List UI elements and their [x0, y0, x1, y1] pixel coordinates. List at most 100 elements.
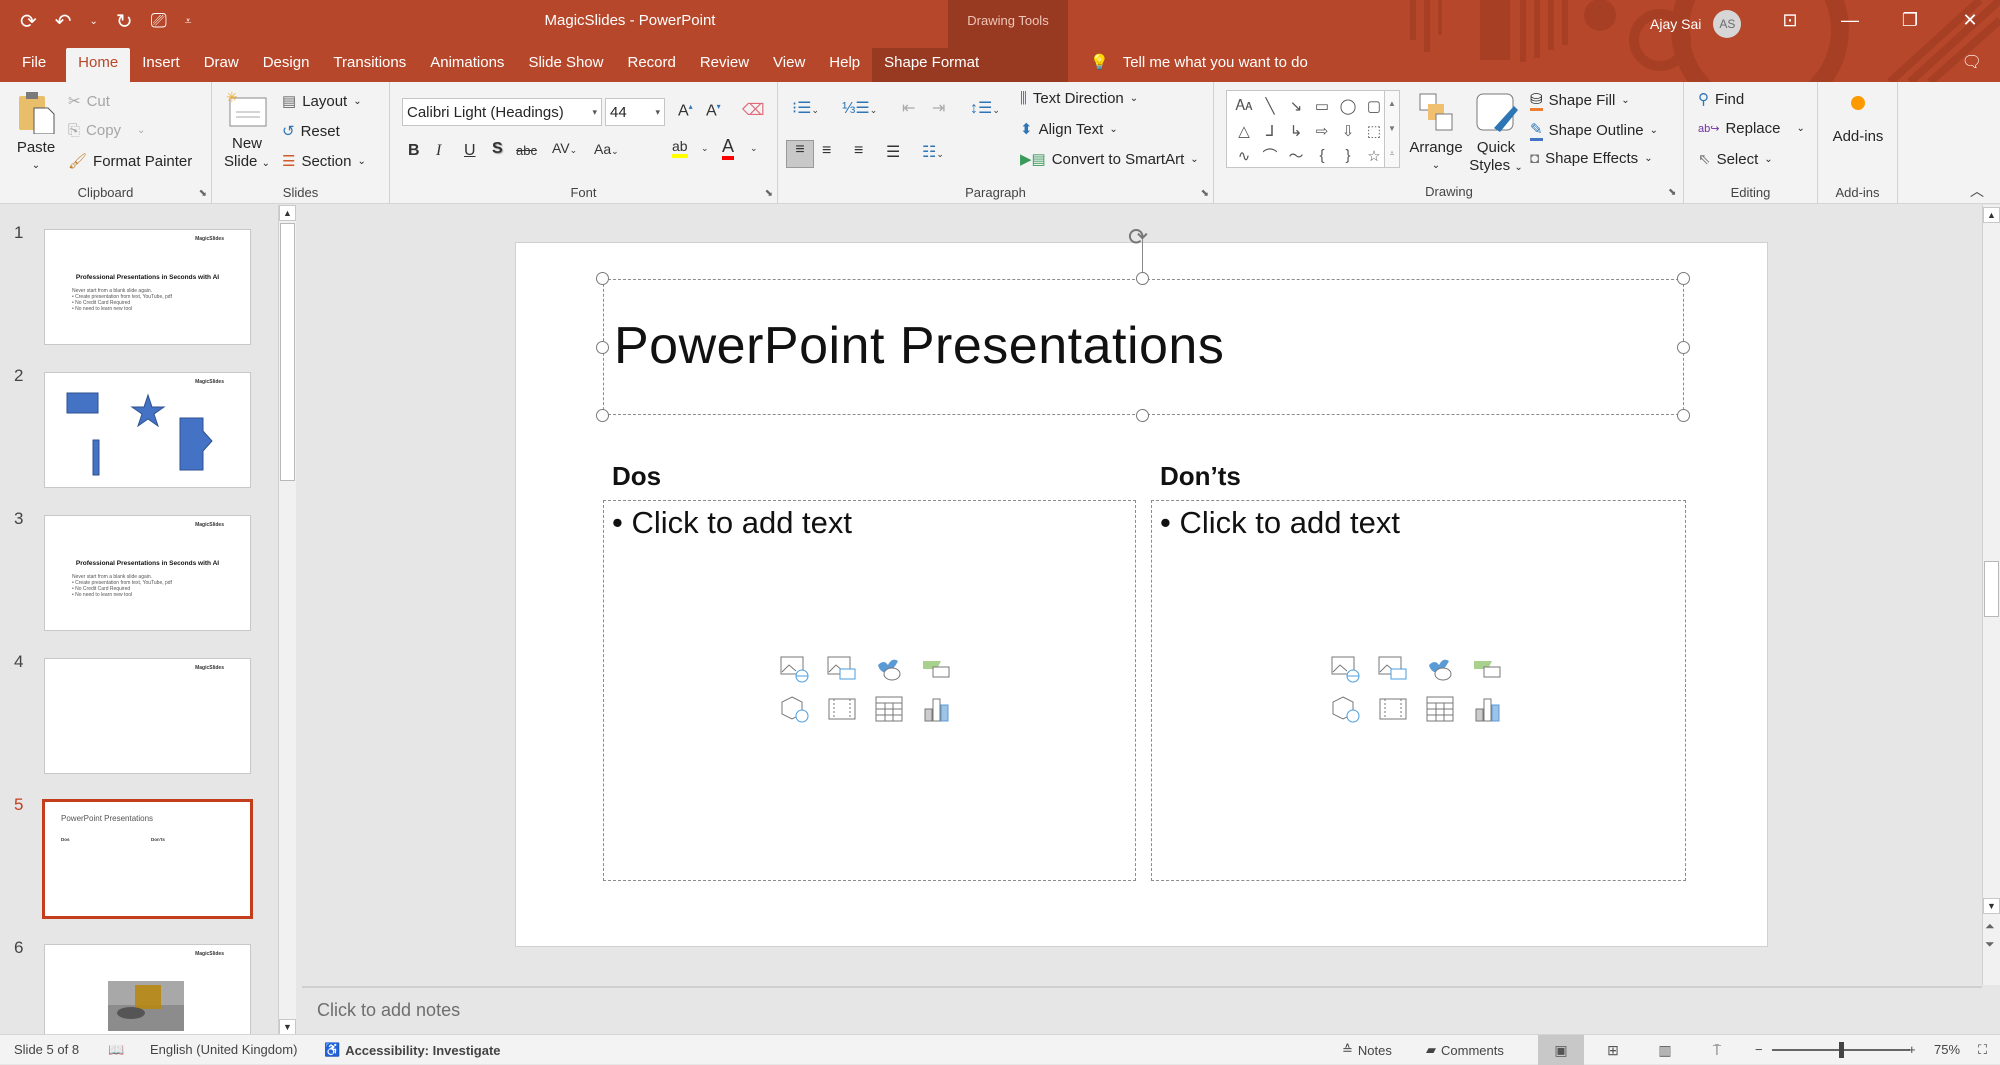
right-arrow-shape-icon[interactable]: ⇨ [1309, 118, 1335, 143]
scroll-thumb[interactable] [280, 223, 295, 481]
insert-icons-icon[interactable] [1424, 651, 1456, 687]
left-brace-shape-icon[interactable]: { [1309, 143, 1335, 168]
shape-outline-button[interactable]: ✎ Shape Outline ⌄ [1530, 120, 1658, 141]
elbow-arrow-shape-icon[interactable]: ↳ [1283, 118, 1309, 143]
collapse-ribbon-icon[interactable]: ︿ [1970, 181, 1984, 201]
bullets-icon[interactable]: ⁝☰⌄ [792, 98, 819, 118]
columns-icon[interactable]: ☷⌄ [922, 142, 944, 162]
font-size-dropdown-icon[interactable]: ▾ [655, 107, 660, 118]
fit-to-window-icon[interactable]: ⛶ [1978, 1042, 1987, 1058]
insert-icons-icon[interactable] [873, 651, 905, 687]
select-button[interactable]: ⇖ Select ⌄ [1698, 150, 1773, 169]
insert-online-picture-icon[interactable] [1330, 651, 1362, 687]
notes-pane[interactable]: Click to add notes [302, 986, 1982, 1034]
thumbnail-slide-5[interactable]: 5 PowerPoint Presentations Dos Don'ts [0, 795, 280, 919]
line-shape-icon[interactable]: ╲ [1257, 93, 1283, 118]
insert-smartart-icon[interactable] [1471, 651, 1503, 687]
shapes-gallery-scroll[interactable]: ▲ ▼ ⩡ [1384, 90, 1400, 168]
increase-font-size-icon[interactable]: A▴ [678, 102, 693, 120]
slide-thumbnail[interactable]: MagicSlides Professional Presentations i… [44, 515, 251, 631]
clipboard-dialog-launcher[interactable]: ⬊ [199, 188, 207, 199]
title-placeholder[interactable]: PowerPoint Presentations [603, 279, 1684, 415]
donts-content-placeholder[interactable]: • Click to add text [1151, 500, 1686, 881]
numbering-icon[interactable]: ⅓☰⌄ [842, 98, 877, 118]
new-slide-button[interactable]: ✳ New Slide ⌄ [222, 89, 272, 173]
dos-content-placeholder[interactable]: • Click to add text [603, 500, 1136, 881]
notes-button[interactable]: ≙ Notes [1342, 1042, 1392, 1058]
ribbon-display-options-icon[interactable]: ⊡ [1760, 0, 1820, 40]
decrease-indent-icon[interactable]: ⇤ [902, 98, 915, 118]
drawing-dialog-launcher[interactable]: ⬊ [1668, 187, 1676, 198]
reading-view-icon[interactable]: ▥ [1642, 1035, 1688, 1065]
tab-insert[interactable]: Insert [130, 48, 192, 82]
tab-record[interactable]: Record [615, 48, 687, 82]
user-account[interactable]: Ajay Sai AS [1650, 10, 1742, 38]
font-name-combo[interactable]: Calibri Light (Headings) ▾ [402, 98, 602, 126]
tell-me-search[interactable]: 💡 Tell me what you want to do [1090, 53, 1308, 72]
slide-thumbnail[interactable]: MagicSlides [44, 944, 251, 1044]
zoom-slider[interactable] [1772, 1042, 1910, 1058]
thumbnail-slide-1[interactable]: 1 MagicSlides Professional Presentations… [0, 223, 280, 345]
insert-3d-model-icon[interactable] [779, 691, 811, 727]
insert-video-icon[interactable] [1377, 691, 1409, 727]
insert-table-icon[interactable] [873, 691, 905, 727]
tab-draw[interactable]: Draw [192, 48, 251, 82]
align-right-icon[interactable]: ≡ [854, 142, 863, 160]
justify-icon[interactable]: ☰ [886, 142, 900, 162]
dos-heading[interactable]: Dos [612, 461, 661, 492]
paragraph-dialog-launcher[interactable]: ⬊ [1201, 188, 1209, 199]
text-shadow-icon[interactable]: S [492, 140, 503, 158]
donts-heading[interactable]: Don’ts [1160, 461, 1241, 492]
freeform-shape-icon[interactable]: ∿ [1231, 143, 1257, 168]
insert-chart-icon[interactable] [1471, 691, 1503, 727]
replace-button[interactable]: ab↪ Replace ⌄ [1698, 120, 1805, 137]
restore-icon[interactable]: ❐ [1880, 0, 1940, 40]
slide-thumbnail[interactable]: MagicSlides Professional Presentations i… [44, 229, 251, 345]
accessibility-button[interactable]: ♿ Accessibility: Investigate [324, 1042, 501, 1058]
rectangle-shape-icon[interactable]: ▭ [1309, 93, 1335, 118]
character-spacing-icon[interactable]: AV⌄ [552, 140, 577, 156]
gallery-up-icon[interactable]: ▲ [1388, 99, 1396, 108]
rotate-handle-icon[interactable]: ⟳ [1128, 223, 1148, 252]
align-text-button[interactable]: ⬍ Align Text ⌄ [1020, 120, 1118, 139]
font-size-combo[interactable]: 44 ▾ [605, 98, 665, 126]
insert-picture-icon[interactable] [826, 651, 858, 687]
down-arrow-shape-icon[interactable]: ⇩ [1335, 118, 1361, 143]
text-direction-button[interactable]: ⫼ Text Direction ⌄ [1020, 90, 1138, 107]
underline-icon[interactable]: U [464, 142, 476, 160]
slide-sorter-icon[interactable]: ⊞ [1590, 1035, 1636, 1065]
align-left-icon[interactable]: ≡ [786, 140, 814, 168]
tab-shape-format[interactable]: Shape Format [872, 48, 992, 82]
slide-thumbnail-selected[interactable]: PowerPoint Presentations Dos Don'ts [42, 799, 253, 919]
find-button[interactable]: ⚲ Find [1698, 90, 1744, 109]
slide-thumbnail[interactable]: MagicSlides [44, 372, 251, 488]
line-spacing-icon[interactable]: ↕☰⌄ [970, 98, 1000, 118]
shape-fill-button[interactable]: ⛁ Shape Fill ⌄ [1530, 90, 1630, 111]
next-slide-icon[interactable]: ⏷ [1985, 937, 1995, 952]
shape-effects-button[interactable]: ◘ Shape Effects ⌄ [1530, 150, 1653, 167]
strikethrough-icon[interactable]: abc [516, 143, 537, 158]
resize-handle-bottom[interactable] [1136, 409, 1149, 422]
insert-online-picture-icon[interactable] [779, 651, 811, 687]
copy-button[interactable]: ⎘ Copy ⌄ [68, 122, 145, 139]
insert-3d-model-icon[interactable] [1330, 691, 1362, 727]
zoom-in-icon[interactable]: + [1908, 1042, 1916, 1057]
insert-table-icon[interactable] [1424, 691, 1456, 727]
zoom-out-icon[interactable]: − [1755, 1042, 1763, 1057]
italic-icon[interactable]: I [436, 142, 441, 160]
thumbnail-slide-4[interactable]: 4 MagicSlides [0, 652, 280, 774]
reset-button[interactable]: ↺ Reset [282, 122, 340, 141]
quick-styles-button[interactable]: Quick Styles ⌄ [1468, 92, 1524, 177]
slideshow-icon[interactable]: ⍑ [1694, 1035, 1740, 1065]
insert-smartart-icon[interactable] [920, 651, 952, 687]
triangle-shape-icon[interactable]: △ [1231, 118, 1257, 143]
spelling-check-icon[interactable]: 📖 [108, 1042, 124, 1058]
slide-title[interactable]: PowerPoint Presentations [614, 316, 1224, 376]
tab-home[interactable]: Home [66, 48, 131, 82]
font-name-dropdown-icon[interactable]: ▾ [592, 107, 597, 118]
section-button[interactable]: ☰ Section ⌄ [282, 152, 366, 171]
resize-handle-right[interactable] [1677, 341, 1690, 354]
normal-view-icon[interactable]: ▣ [1538, 1035, 1584, 1065]
elbow-connector-shape-icon[interactable]: ⅃ [1257, 118, 1283, 143]
insert-video-icon[interactable] [826, 691, 858, 727]
